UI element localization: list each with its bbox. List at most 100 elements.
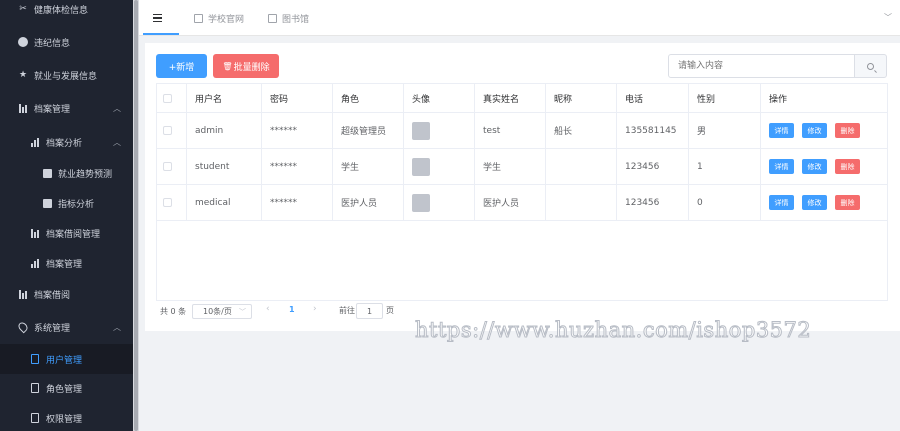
- sidebar-item-system-mgmt[interactable]: 系统管理 ︿: [0, 312, 133, 342]
- sidebar-item-label: 健康体检信息: [34, 5, 89, 16]
- pagination-total: 共 0 条: [160, 306, 187, 316]
- cell-gender: 男: [689, 113, 761, 148]
- sidebar-item-label: 权限管理: [46, 414, 83, 425]
- cell-phone: 123456: [617, 185, 689, 220]
- chart-icon: [30, 137, 40, 147]
- row-checkbox-cell: [157, 113, 187, 148]
- tab-label: 学校官网: [208, 14, 245, 25]
- sidebar-scrollbar-thumb[interactable]: [134, 0, 138, 431]
- sidebar-item-role-mgmt[interactable]: 角色管理: [0, 373, 133, 403]
- sidebar-item-label: 用户管理: [46, 355, 83, 366]
- cell-actions: 详情 修改 删除: [761, 113, 887, 148]
- sidebar-item-label: 就业趋势预测: [58, 169, 113, 180]
- add-button[interactable]: +新增: [156, 54, 207, 78]
- sidebar-item-user-mgmt[interactable]: 用户管理: [0, 344, 133, 374]
- delete-button[interactable]: 删除: [835, 159, 860, 174]
- column-header[interactable]: 昵称: [546, 84, 617, 112]
- column-header[interactable]: 电话: [617, 84, 689, 112]
- delete-button[interactable]: 删除: [835, 195, 860, 210]
- cell-avatar: [404, 185, 475, 220]
- page-suffix: 页: [386, 306, 394, 315]
- sidebar-item-discipline[interactable]: 违纪信息: [0, 27, 133, 57]
- cell-actions: 详情 修改 删除: [761, 149, 887, 184]
- cell-password: ******: [262, 113, 333, 148]
- sidebar-item-health-check[interactable]: ✂ 健康体检信息: [0, 0, 133, 24]
- check-square-icon: [42, 168, 52, 178]
- cell-avatar: [404, 149, 475, 184]
- sidebar-item-label: 档案借阅管理: [46, 229, 101, 240]
- column-header[interactable]: 角色: [333, 84, 404, 112]
- cell-nickname: [546, 149, 617, 184]
- bar-chart-icon: [18, 289, 28, 299]
- check-square-icon: [42, 198, 52, 208]
- column-header[interactable]: 密码: [262, 84, 333, 112]
- bar-chart-icon: [30, 228, 40, 238]
- prev-page-icon[interactable]: ‹: [266, 304, 270, 314]
- next-page-icon[interactable]: ›: [313, 304, 317, 314]
- user-table: 用户名 密码 角色 头像 真实姓名 昵称 电话 性别 操作 admin ****…: [156, 83, 888, 301]
- tab-school-website[interactable]: 学校官网: [194, 0, 244, 36]
- current-page[interactable]: 1: [289, 305, 295, 314]
- sidebar-item-archive-mgmt[interactable]: 档案管理 ︿: [0, 93, 133, 123]
- detail-button[interactable]: 详情: [769, 195, 794, 210]
- page-size-value: 10条/页: [203, 307, 232, 316]
- search-input[interactable]: [668, 54, 855, 78]
- edit-button[interactable]: 修改: [802, 123, 827, 138]
- row-checkbox[interactable]: [163, 162, 172, 171]
- watermark: https://www.huzhan.com/ishop3572: [414, 318, 812, 343]
- sidebar-item-employment[interactable]: ★ 就业与发展信息: [0, 60, 133, 90]
- trash-icon: 🗑: [222, 61, 233, 71]
- cell-avatar: [404, 113, 475, 148]
- cell-username: admin: [187, 113, 262, 148]
- avatar[interactable]: [412, 121, 430, 140]
- goto-page-input[interactable]: 1: [356, 303, 383, 319]
- main-card: +新增 🗑批量删除 用户名 密码 角色 头像 真实姓名 昵称 电话 性别 操作 …: [145, 43, 900, 331]
- column-header[interactable]: 性别: [689, 84, 761, 112]
- sidebar-item-employment-trend[interactable]: 就业趋势预测: [0, 158, 133, 188]
- tab-library[interactable]: 图书馆: [268, 0, 309, 36]
- avatar[interactable]: [412, 193, 430, 212]
- edit-button[interactable]: 修改: [802, 195, 827, 210]
- table-header-row: 用户名 密码 角色 头像 真实姓名 昵称 电话 性别 操作: [157, 84, 887, 113]
- chevron-down-icon: ﹀: [239, 308, 246, 316]
- avatar[interactable]: [412, 157, 430, 176]
- sidebar-item-label: 系统管理: [34, 323, 71, 334]
- row-checkbox-cell: [157, 185, 187, 220]
- table-row: admin ****** 超级管理员 test 船长 135581145 男 详…: [157, 113, 887, 149]
- sidebar-item-archive-mgmt-sub[interactable]: 档案管理: [0, 248, 133, 278]
- page-size-select[interactable]: 10条/页 ﹀: [192, 304, 252, 319]
- select-all-checkbox[interactable]: [163, 93, 172, 103]
- sidebar-item-indicator-analysis[interactable]: 指标分析: [0, 188, 133, 218]
- row-checkbox[interactable]: [163, 126, 172, 135]
- window-icon: [194, 13, 203, 23]
- sidebar-item-permission-mgmt[interactable]: 权限管理: [0, 403, 133, 431]
- batch-delete-button[interactable]: 🗑 批量删除: [213, 54, 279, 78]
- cell-real-name: test: [475, 113, 546, 148]
- sidebar-item-label: 档案管理: [34, 104, 71, 115]
- column-header[interactable]: 真实姓名: [475, 84, 546, 112]
- cell-gender: 1: [689, 149, 761, 184]
- sidebar-item-label: 档案分析: [46, 138, 83, 149]
- detail-button[interactable]: 详情: [769, 159, 794, 174]
- cell-password: ******: [262, 185, 333, 220]
- delete-button[interactable]: 删除: [835, 123, 860, 138]
- column-header[interactable]: 用户名: [187, 84, 262, 112]
- sidebar-item-label: 角色管理: [46, 384, 83, 395]
- cell-username: student: [187, 149, 262, 184]
- table-row: medical ****** 医护人员 医护人员 123456 0 详情 修改 …: [157, 185, 887, 221]
- edit-button[interactable]: 修改: [802, 159, 827, 174]
- sidebar-item-archive-borrow[interactable]: 档案借阅: [0, 279, 133, 309]
- sidebar-item-borrow-mgmt[interactable]: 档案借阅管理: [0, 218, 133, 248]
- row-checkbox[interactable]: [163, 198, 172, 207]
- sidebar-item-archive-analysis[interactable]: 档案分析 ︿: [0, 127, 133, 157]
- chevron-down-icon[interactable]: ﹀: [884, 12, 892, 23]
- sidebar-item-label: 指标分析: [58, 199, 95, 210]
- column-header[interactable]: 头像: [404, 84, 475, 112]
- search-button[interactable]: [854, 54, 887, 78]
- batch-delete-label: 批量删除: [233, 62, 270, 73]
- column-header[interactable]: 操作: [761, 84, 887, 112]
- star-icon: ★: [18, 70, 28, 80]
- tab-menu[interactable]: [153, 0, 162, 36]
- cell-phone: 135581145: [617, 113, 689, 148]
- detail-button[interactable]: 详情: [769, 123, 794, 138]
